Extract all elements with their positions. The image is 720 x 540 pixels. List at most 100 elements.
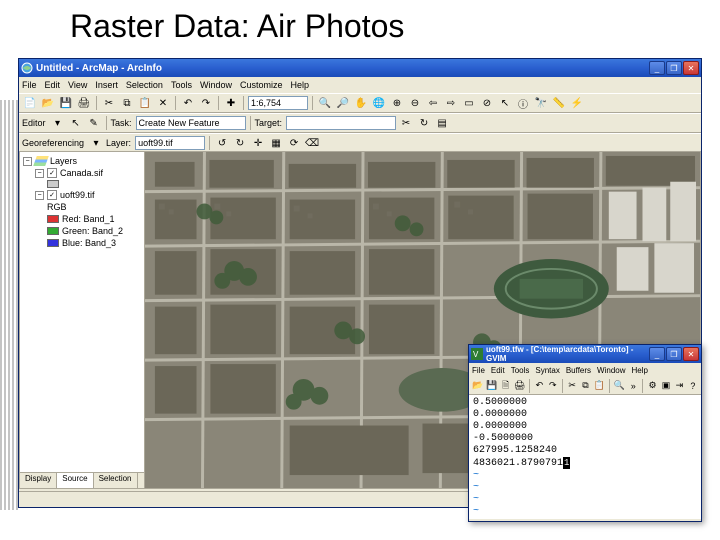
- popup-toolbar: 📂 💾 🗎 🖨 ↶ ↷ ✂ ⧉ 📋 🔍 » ⚙ ▣ ⇥ ?: [469, 377, 701, 395]
- add-control-points-icon[interactable]: ✛: [250, 135, 266, 151]
- task-combo[interactable]: Create New Feature: [136, 116, 246, 130]
- minus-icon[interactable]: −: [35, 169, 44, 178]
- new-icon[interactable]: 📄: [22, 95, 38, 111]
- popup-saveall-icon[interactable]: 🗎: [499, 379, 511, 393]
- auto-adjust-icon[interactable]: ⟳: [286, 135, 302, 151]
- toc-layer-canada[interactable]: − ✓ Canada.sif: [23, 167, 141, 179]
- popup-save-icon[interactable]: 💾: [485, 379, 498, 393]
- sketch-tool-icon[interactable]: ✎: [86, 115, 102, 131]
- popup-print-icon[interactable]: 🖨: [513, 379, 526, 393]
- popup-help-icon[interactable]: ?: [687, 379, 699, 393]
- menu-edit[interactable]: Edit: [45, 80, 61, 90]
- copy-icon[interactable]: ⧉: [119, 95, 135, 111]
- popup-minimize-button[interactable]: _: [649, 347, 665, 361]
- menu-window[interactable]: Window: [200, 80, 232, 90]
- popup-redo-icon[interactable]: ↷: [547, 379, 559, 393]
- toc-band-red[interactable]: Red: Band_1: [23, 213, 141, 225]
- popup-menu-edit[interactable]: Edit: [491, 366, 505, 375]
- popup-findnext-icon[interactable]: »: [627, 379, 639, 393]
- tab-display[interactable]: Display: [20, 473, 57, 488]
- checkbox-icon[interactable]: ✓: [47, 168, 57, 178]
- select-features-icon[interactable]: ▭: [461, 95, 477, 111]
- scale-combo[interactable]: 1:6,754: [248, 96, 308, 110]
- pan-icon[interactable]: ✋: [353, 95, 369, 111]
- toc-layer-uoft[interactable]: − ✓ uoft99.tif: [23, 189, 141, 201]
- fixed-zoom-in-icon[interactable]: ⊕: [389, 95, 405, 111]
- open-icon[interactable]: 📂: [40, 95, 56, 111]
- menu-file[interactable]: File: [22, 80, 37, 90]
- paste-icon[interactable]: 📋: [137, 95, 153, 111]
- popup-shell-icon[interactable]: ▣: [660, 379, 672, 393]
- tilde-line: ~: [473, 482, 697, 494]
- popup-menu-window[interactable]: Window: [597, 366, 625, 375]
- rotate-right-icon[interactable]: ↻: [232, 135, 248, 151]
- menu-selection[interactable]: Selection: [126, 80, 163, 90]
- add-data-icon[interactable]: ✚: [223, 95, 239, 111]
- undo-icon[interactable]: ↶: [180, 95, 196, 111]
- delete-icon[interactable]: ✕: [155, 95, 171, 111]
- tab-source[interactable]: Source: [57, 473, 93, 488]
- target-combo[interactable]: [286, 116, 396, 130]
- redo-icon[interactable]: ↷: [198, 95, 214, 111]
- identify-icon[interactable]: ⓘ: [515, 95, 531, 111]
- georef-dropdown-icon[interactable]: ▾: [88, 135, 104, 151]
- editor-dropdown-icon[interactable]: ▾: [50, 115, 66, 131]
- popup-menu-tools[interactable]: Tools: [511, 366, 530, 375]
- menu-tools[interactable]: Tools: [171, 80, 192, 90]
- toc-band-blue[interactable]: Blue: Band_3: [23, 237, 141, 249]
- zoom-in-icon[interactable]: 🔍: [317, 95, 333, 111]
- zoom-out-icon[interactable]: 🔎: [335, 95, 351, 111]
- find-icon[interactable]: 🔭: [533, 95, 549, 111]
- toc-layers-root[interactable]: − Layers: [23, 155, 141, 167]
- hyperlink-icon[interactable]: ⚡: [569, 95, 585, 111]
- cut-icon[interactable]: ✂: [101, 95, 117, 111]
- measure-icon[interactable]: 📏: [551, 95, 567, 111]
- next-extent-icon[interactable]: ⇨: [443, 95, 459, 111]
- full-extent-icon[interactable]: 🌐: [371, 95, 387, 111]
- view-link-table-icon[interactable]: ▦: [268, 135, 284, 151]
- popup-maximize-button[interactable]: ❐: [666, 347, 682, 361]
- popup-cut-icon[interactable]: ✂: [566, 379, 578, 393]
- popup-menu-file[interactable]: File: [472, 366, 485, 375]
- popup-copy-icon[interactable]: ⧉: [579, 379, 591, 393]
- popup-undo-icon[interactable]: ↶: [533, 379, 545, 393]
- georef-layer-combo[interactable]: uoft99.tif: [135, 136, 205, 150]
- blue-swatch: [47, 239, 59, 247]
- toc-band-green[interactable]: Green: Band_2: [23, 225, 141, 237]
- split-icon[interactable]: ✂: [398, 115, 414, 131]
- menu-view[interactable]: View: [68, 80, 87, 90]
- popup-tags-icon[interactable]: ⇥: [673, 379, 685, 393]
- menu-insert[interactable]: Insert: [95, 80, 118, 90]
- checkbox-icon[interactable]: ✓: [47, 190, 57, 200]
- popup-menu-buffers[interactable]: Buffers: [566, 366, 591, 375]
- prev-extent-icon[interactable]: ⇦: [425, 95, 441, 111]
- popup-make-icon[interactable]: ⚙: [646, 379, 658, 393]
- maximize-button[interactable]: ❐: [666, 61, 682, 75]
- clear-selection-icon[interactable]: ⊘: [479, 95, 495, 111]
- popup-menu-help[interactable]: Help: [632, 366, 648, 375]
- rotate-left-icon[interactable]: ↺: [214, 135, 230, 151]
- popup-menu-syntax[interactable]: Syntax: [535, 366, 559, 375]
- popup-text-body[interactable]: 0.5000000 0.0000000 0.0000000 -0.5000000…: [469, 395, 701, 519]
- print-icon[interactable]: 🖨: [76, 95, 92, 111]
- popup-close-button[interactable]: ✕: [683, 347, 699, 361]
- minus-icon[interactable]: −: [23, 157, 32, 166]
- save-icon[interactable]: 💾: [58, 95, 74, 111]
- select-elements-icon[interactable]: ↖: [497, 95, 513, 111]
- minus-icon[interactable]: −: [35, 191, 44, 200]
- popup-find-icon[interactable]: 🔍: [613, 379, 626, 393]
- popup-open-icon[interactable]: 📂: [471, 379, 484, 393]
- menu-help[interactable]: Help: [290, 80, 309, 90]
- delete-link-icon[interactable]: ⌫: [304, 135, 320, 151]
- toc-root-label: Layers: [50, 156, 77, 166]
- menu-customize[interactable]: Customize: [240, 80, 283, 90]
- fixed-zoom-out-icon[interactable]: ⊖: [407, 95, 423, 111]
- minimize-button[interactable]: _: [649, 61, 665, 75]
- close-button[interactable]: ✕: [683, 61, 699, 75]
- rotate-icon[interactable]: ↻: [416, 115, 432, 131]
- tab-selection[interactable]: Selection: [94, 473, 138, 488]
- edit-tool-icon[interactable]: ↖: [68, 115, 84, 131]
- popup-paste-icon[interactable]: 📋: [593, 379, 606, 393]
- toc-layer1-symbol[interactable]: [23, 179, 141, 189]
- attributes-icon[interactable]: ▤: [434, 115, 450, 131]
